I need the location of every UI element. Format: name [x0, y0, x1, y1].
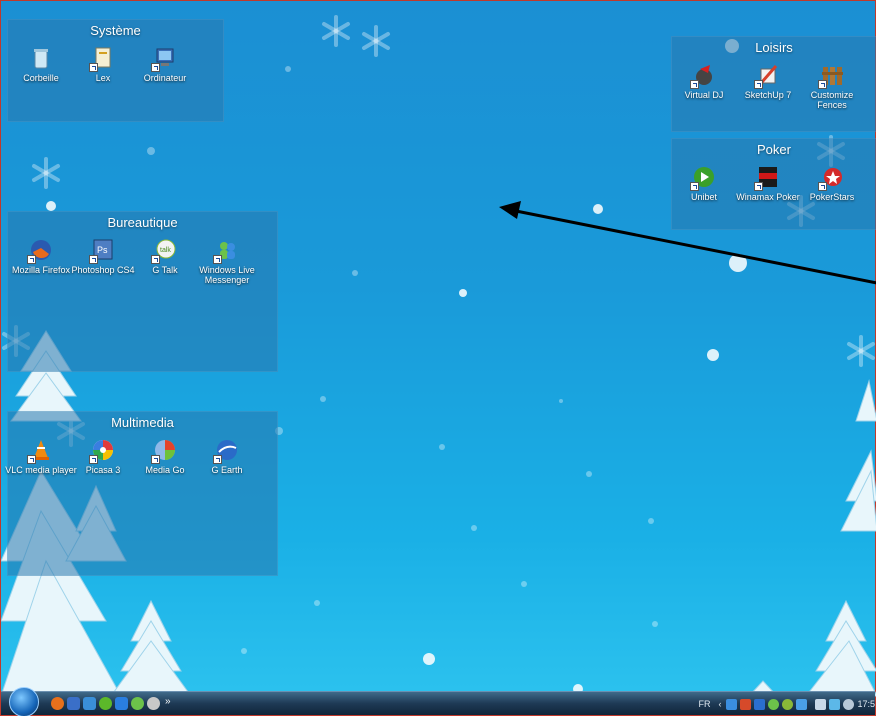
tray-security-icon[interactable]: [740, 698, 752, 710]
tray-display-icon[interactable]: [829, 698, 841, 710]
desktop-icon-unibet[interactable]: Unibet: [672, 165, 736, 202]
desktop-icon-ordinateur[interactable]: Ordinateur: [134, 46, 196, 83]
fence-systeme[interactable]: Système Corbeille Lex Ordinateur: [7, 19, 224, 122]
vlc-icon: [27, 438, 53, 464]
desktop-icon-virtual-dj[interactable]: Virtual DJ: [672, 63, 736, 110]
tray-battery-icon[interactable]: [815, 698, 827, 710]
quicklaunch-music-icon[interactable]: [147, 697, 160, 710]
svg-text:talk: talk: [160, 247, 171, 254]
photoshop-icon: Ps: [89, 238, 115, 264]
desktop-icon-media-go[interactable]: Media Go: [134, 438, 196, 475]
desktop-icon-lex[interactable]: Lex: [72, 46, 134, 83]
desktop-icon-google-earth[interactable]: G Earth: [196, 438, 258, 475]
start-button[interactable]: [9, 687, 39, 716]
tray-update-icon[interactable]: [754, 698, 766, 710]
desktop-icon-photoshop[interactable]: Ps Photoshop CS4: [71, 238, 135, 285]
language-indicator[interactable]: FR: [698, 699, 710, 709]
quicklaunch-firefox-icon[interactable]: [51, 697, 64, 710]
quicklaunch-messenger-icon[interactable]: [131, 697, 144, 710]
desktop-icon-corbeille[interactable]: Corbeille: [10, 46, 72, 83]
unibet-icon: [690, 165, 716, 191]
gtalk-icon: talk: [151, 238, 177, 264]
sketchup-icon: [754, 63, 780, 89]
quicklaunch-window-switch-icon[interactable]: [83, 697, 96, 710]
fence-title: Bureautique: [107, 215, 178, 230]
media-go-icon: [151, 438, 177, 464]
quicklaunch-media-icon[interactable]: [99, 697, 112, 710]
quicklaunch-app-icon[interactable]: [115, 697, 128, 710]
firefox-icon: [27, 238, 53, 264]
desktop-icon-sketchup[interactable]: SketchUp 7: [736, 63, 800, 110]
desktop-icon-pokerstars[interactable]: PokerStars: [800, 165, 864, 202]
desktop-icon-customize-fences[interactable]: Customize Fences: [800, 63, 864, 110]
clock[interactable]: 17:5: [857, 699, 875, 709]
desktop-icon-vlc[interactable]: VLC media player: [5, 438, 77, 475]
fence-title: Loisirs: [755, 40, 793, 55]
messenger-icon: [213, 238, 239, 264]
tray-network-icon[interactable]: [726, 698, 738, 710]
tray-app-icon[interactable]: [796, 698, 808, 710]
fence-title: Poker: [757, 142, 791, 157]
system-tray: FR ‹ 17:5: [698, 692, 875, 716]
google-earth-icon: [213, 438, 239, 464]
document-shortcut-icon: [89, 46, 115, 72]
computer-icon: [151, 46, 177, 72]
quicklaunch-overflow-button[interactable]: »: [165, 696, 171, 707]
fence-multimedia[interactable]: Multimedia VLC media player Picasa 3 Med…: [5, 411, 278, 576]
fence-title: Système: [90, 23, 141, 38]
fence-title: Multimedia: [111, 415, 174, 430]
quicklaunch-show-desktop-icon[interactable]: [67, 697, 80, 710]
tray-expand-chevron-icon[interactable]: ‹: [718, 699, 721, 709]
tray-gtalk-icon[interactable]: [782, 698, 794, 710]
pokerstars-icon: [818, 165, 844, 191]
fences-icon: [818, 63, 844, 89]
recycle-bin-icon: [29, 46, 53, 70]
winamax-icon: [754, 165, 780, 191]
desktop-icon-winamax[interactable]: Winamax Poker: [736, 165, 800, 202]
taskbar: » FR ‹ 17:5: [1, 687, 875, 716]
virtual-dj-icon: [690, 63, 716, 89]
picasa-icon: [89, 438, 115, 464]
desktop-icon-gtalk[interactable]: talk G Talk: [134, 238, 196, 285]
desktop-icon-firefox[interactable]: Mozilla Firefox: [10, 238, 72, 285]
desktop-icon-messenger[interactable]: Windows Live Messenger: [196, 238, 258, 285]
fence-poker[interactable]: Poker Unibet Winamax Poker PokerStars: [671, 138, 876, 230]
svg-text:Ps: Ps: [97, 245, 108, 255]
fence-bureautique[interactable]: Bureautique Mozilla Firefox Ps Photoshop…: [7, 211, 278, 372]
tray-messenger-icon[interactable]: [768, 698, 780, 710]
desktop-icon-picasa[interactable]: Picasa 3: [72, 438, 134, 475]
fence-loisirs[interactable]: Loisirs Virtual DJ SketchUp 7 Customize …: [671, 36, 876, 132]
tray-volume-icon[interactable]: [843, 698, 855, 710]
